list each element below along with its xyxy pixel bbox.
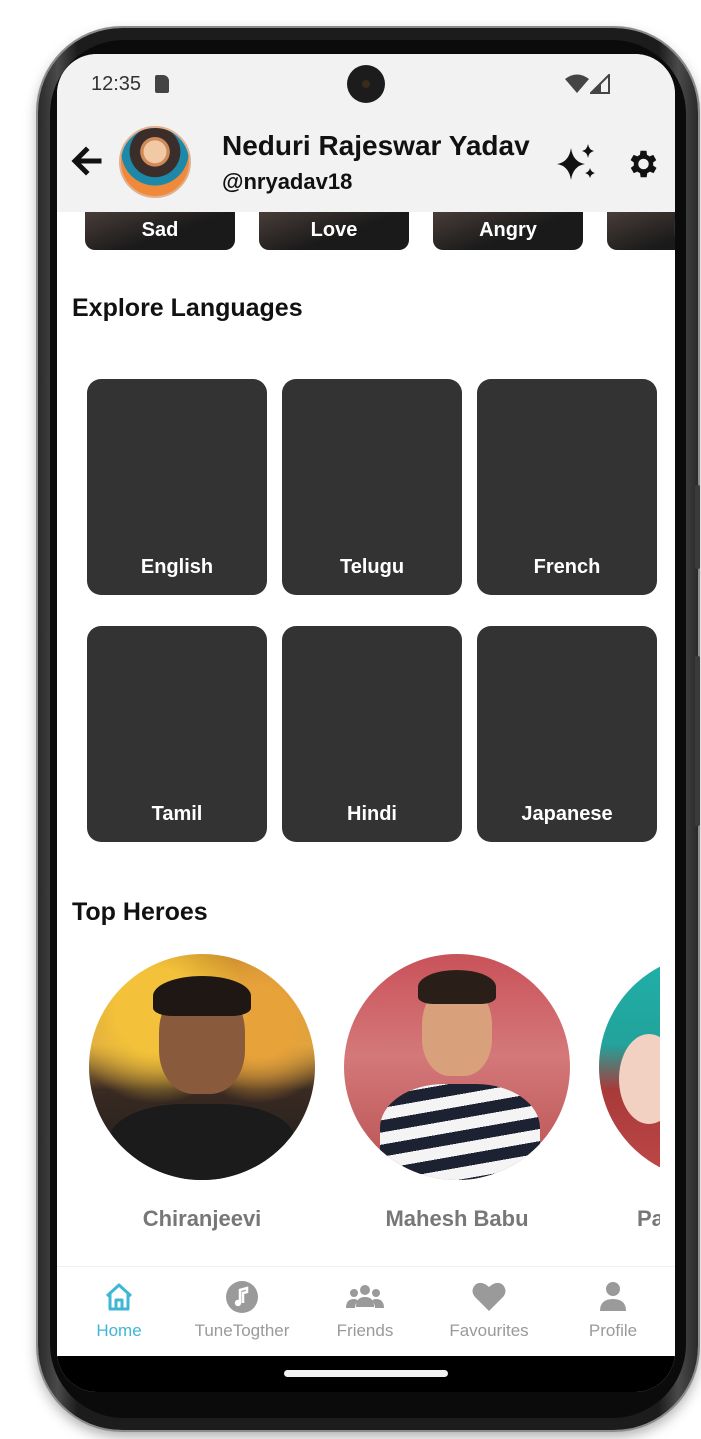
hero-card-chiranjeevi[interactable]: Chiranjeevi <box>89 954 315 1231</box>
home-gesture-handle[interactable] <box>284 1370 448 1377</box>
group-icon <box>346 1285 384 1308</box>
hero-name: Chiranjeevi <box>142 1206 262 1231</box>
heroes-title: Top Heroes <box>72 898 208 926</box>
language-card-tamil[interactable]: Tamil <box>87 626 267 842</box>
nav-friends[interactable]: Friends <box>303 1279 427 1341</box>
user-name: Neduri Rajeswar Yadav <box>222 130 530 161</box>
gear-icon[interactable] <box>624 146 660 182</box>
nav-label: Profile <box>588 1321 638 1340</box>
language-card-japanese[interactable]: Japanese <box>477 626 657 842</box>
language-grid: English Telugu French Tamil Hindi Japane… <box>87 379 657 842</box>
status-time: 12:35 <box>91 73 142 95</box>
hero-photo <box>599 954 660 1180</box>
wifi-icon <box>565 74 589 93</box>
language-card-french[interactable]: French <box>477 379 657 595</box>
bottom-navigation: Home TuneTogther Friends Favourites Prof… <box>57 1266 675 1357</box>
profile-header: Neduri Rajeswar Yadav @nryadav18 <box>57 114 675 212</box>
hero-card-mahesh-babu[interactable]: Mahesh Babu <box>344 954 570 1231</box>
nav-favourites[interactable]: Favourites <box>427 1279 551 1341</box>
music-note-icon <box>226 1281 258 1313</box>
hero-name: Mahesh Babu <box>385 1206 529 1231</box>
heroes-row: Chiranjeevi Mahesh Babu Pa <box>89 954 660 1254</box>
heart-icon <box>472 1282 506 1311</box>
nav-home[interactable]: Home <box>57 1279 181 1341</box>
language-card-english[interactable]: English <box>87 379 267 595</box>
nav-label: Home <box>96 1321 142 1340</box>
languages-title: Explore Languages <box>72 294 303 322</box>
front-camera <box>347 65 385 103</box>
home-icon <box>105 1283 133 1311</box>
sd-card-icon <box>155 75 169 93</box>
status-bar: 12:35 <box>57 54 675 114</box>
mood-card-angry[interactable]: Angry <box>433 212 583 250</box>
power-button <box>695 656 700 826</box>
avatar[interactable] <box>119 126 191 198</box>
language-card-hindi[interactable]: Hindi <box>282 626 462 842</box>
user-handle: @nryadav18 <box>222 169 353 194</box>
hero-photo <box>89 954 315 1180</box>
volume-button <box>695 485 700 569</box>
mood-card-sad[interactable]: Sad <box>85 212 235 250</box>
language-card-telugu[interactable]: Telugu <box>282 379 462 595</box>
person-icon <box>600 1282 626 1311</box>
nav-label: TuneTogther <box>194 1321 290 1340</box>
sparkle-icon[interactable] <box>555 144 599 184</box>
nav-tunetogether[interactable]: TuneTogther <box>180 1279 304 1341</box>
gesture-bar <box>57 1356 675 1392</box>
signal-icon <box>590 74 610 94</box>
mood-card-partial[interactable]: M <box>607 212 675 250</box>
nav-label: Friends <box>336 1321 394 1340</box>
nav-label: Favourites <box>449 1321 529 1340</box>
home-content[interactable]: Sad Love Angry M Explore Languages Engli… <box>57 212 675 1266</box>
nav-profile[interactable]: Profile <box>551 1279 675 1341</box>
hero-name: Pa <box>637 1206 660 1231</box>
back-arrow-icon[interactable] <box>69 144 103 178</box>
mood-row: Sad Love Angry M <box>85 212 675 250</box>
hero-card-partial[interactable]: Pa <box>599 954 660 1231</box>
phone-screen: 12:35 Neduri Rajeswar Yadav @nryadav18 S <box>57 54 675 1392</box>
hero-photo <box>344 954 570 1180</box>
mood-card-love[interactable]: Love <box>259 212 409 250</box>
